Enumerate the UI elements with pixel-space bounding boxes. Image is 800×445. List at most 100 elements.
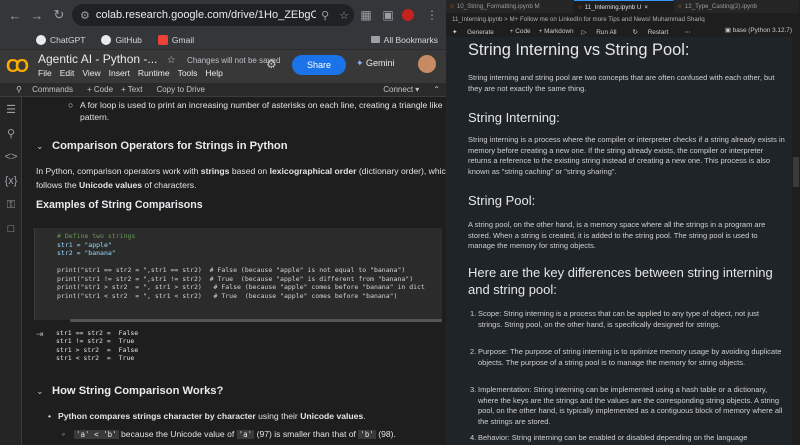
all-bookmarks[interactable]: All Bookmarks xyxy=(370,35,438,45)
intro-bold: strings xyxy=(200,166,230,176)
address-bar[interactable]: ⚙ colab.research.google.com/drive/1Ho_ZE… xyxy=(72,4,354,26)
how-text: (97) is smaller than that of xyxy=(254,429,359,439)
how-text: (98). xyxy=(375,429,396,439)
heading-string-interning: String Interning: xyxy=(468,110,560,125)
colab-toolbar: ⚲ Commands + Code + Text Copy to Drive C… xyxy=(0,83,446,97)
reload-icon[interactable]: ↻ xyxy=(48,4,70,26)
generate-label: Generate xyxy=(467,28,494,36)
page-title: String Interning vs String Pool: xyxy=(468,41,690,59)
menu-view[interactable]: View xyxy=(82,68,100,78)
profile-icon[interactable] xyxy=(402,9,414,21)
code-snippets-icon[interactable]: <> xyxy=(0,145,22,169)
code-line: print("str1 == str2 = ",str1 == str2) # … xyxy=(57,266,406,274)
kernel-picker[interactable]: ▣ base (Python 3.12.7) xyxy=(725,26,792,34)
menu-help[interactable]: Help xyxy=(205,68,222,78)
code-line: print("str1 > str2 = ", str1 > str2) # F… xyxy=(57,283,425,291)
editor-scrollbar[interactable] xyxy=(792,37,800,445)
menu-edit[interactable]: Edit xyxy=(60,68,75,78)
sparkle-icon: ✦ xyxy=(452,28,460,36)
notebook-title[interactable]: Agentic AI - Python -... xyxy=(38,52,157,66)
tab-label: 12_Type_Casting(2).ipynb xyxy=(684,3,757,10)
scrollbar-thumb[interactable] xyxy=(793,157,799,187)
inline-code: 'a' < 'b' xyxy=(74,430,119,439)
collapse-section-icon[interactable]: ⌄ xyxy=(36,141,44,152)
bookmark-gmail[interactable]: Gmail xyxy=(157,34,194,45)
commands-button[interactable]: ⚲ Commands xyxy=(8,85,73,94)
gmail-icon xyxy=(157,34,168,45)
search-icon[interactable]: ⚲ xyxy=(0,121,22,145)
more-icon[interactable]: ⋯ xyxy=(684,28,690,36)
list-item: 2. Purpose: The purpose of string interni… xyxy=(470,347,784,368)
bullet-dot: • xyxy=(48,411,52,421)
share-label: Share xyxy=(306,60,332,70)
gemini-icon: ✦ xyxy=(356,58,367,68)
extensions-icon[interactable]: ▦ xyxy=(358,7,374,23)
intro-bold: Unicode values xyxy=(79,180,143,190)
markdown-cell[interactable]: String Interning vs String Pool: String … xyxy=(446,37,792,445)
add-text-button[interactable]: + Text xyxy=(121,85,142,94)
settings-gear-icon[interactable]: ⚙ xyxy=(266,57,277,71)
intro-text: In Python, comparison operators work wit… xyxy=(36,166,201,176)
add-code-button[interactable]: + Code xyxy=(87,85,113,94)
variables-icon[interactable]: {x} xyxy=(0,169,22,193)
collapse-section-icon[interactable]: ⌄ xyxy=(36,386,44,397)
back-icon[interactable]: ← xyxy=(4,4,26,26)
pool-paragraph: A string pool, on the other hand, is a m… xyxy=(468,220,766,251)
code-scrollbar[interactable] xyxy=(70,319,442,322)
kernel-label: base (Python 3.12.7) xyxy=(732,27,792,34)
breadcrumb[interactable]: 11_Interning.ipynb > M+ Follow me on Lin… xyxy=(446,13,800,26)
code-cell[interactable]: # Define two strings str1 = "apple" str2… xyxy=(34,228,442,320)
output-menu-icon[interactable]: ⇥ xyxy=(36,329,44,340)
close-icon[interactable]: × xyxy=(644,4,648,11)
menu-tools[interactable]: Tools xyxy=(178,68,198,78)
tab-string-formatting[interactable]: ○ 10_String_Formatting.ipynb M xyxy=(446,0,574,13)
tab-label: 10_String_Formatting.ipynb M xyxy=(456,3,540,10)
list-item: 4. Behavior: String interning can be enab… xyxy=(470,433,784,444)
vscode-window: ○ 10_String_Formatting.ipynb M ○ 11_Intern… xyxy=(446,0,800,445)
screen: ← → ↻ ⚙ colab.research.google.com/drive/… xyxy=(0,0,800,445)
add-markdown-button[interactable]: + Markdown xyxy=(539,28,574,35)
avatar[interactable] xyxy=(418,55,436,73)
browser-menu-icon[interactable]: ⋮ xyxy=(424,7,440,23)
list-item-text: Implementation: String interning can be … xyxy=(478,385,783,426)
tab-type-casting[interactable]: ○ 12_Type_Casting(2).ipynb xyxy=(674,0,800,13)
connect-label: Connect xyxy=(383,85,414,94)
heading-differences: Here are the key differences between str… xyxy=(468,265,773,297)
share-button[interactable]: Share xyxy=(292,55,346,75)
collapse-icon[interactable]: ⌃ xyxy=(433,85,440,94)
secrets-key-icon[interactable]: ⚿ xyxy=(0,193,22,217)
loop-bullet: A for loop is used to print an increasin… xyxy=(80,100,443,110)
list-item-text: Scope: String interning is a process tha… xyxy=(478,309,760,329)
restart-button[interactable]: ↻ Restart xyxy=(633,28,677,36)
list-item: 3. Implementation: String interning can b… xyxy=(470,385,784,427)
bullet-dot: ◦ xyxy=(62,429,66,439)
jupyter-icon: ○ xyxy=(578,3,582,11)
colab-logo[interactable]: CO xyxy=(6,56,32,78)
run-all-button[interactable]: ▷ Run All xyxy=(582,28,625,36)
menu-insert[interactable]: Insert xyxy=(109,68,130,78)
add-code-button[interactable]: + Code xyxy=(510,28,531,35)
code-line: str2 = "banana" xyxy=(57,249,116,257)
heading-string-pool: String Pool: xyxy=(468,193,536,208)
site-info-icon[interactable]: ⚙ xyxy=(80,9,90,22)
tab-interning[interactable]: ○ 11_Interning.ipynb U × xyxy=(574,0,674,13)
gemini-button[interactable]: ✦ Gemini xyxy=(356,58,395,69)
tab-label: 11_Interning.ipynb U xyxy=(584,3,642,11)
bookmark-chatgpt[interactable]: ChatGPT xyxy=(36,34,85,45)
menu-runtime[interactable]: Runtime xyxy=(138,68,170,78)
forward-icon[interactable]: → xyxy=(26,4,48,26)
zoom-icon[interactable]: ⚲ xyxy=(321,9,329,22)
bookmark-github[interactable]: GitHub xyxy=(101,34,142,45)
star-icon[interactable]: ☆ xyxy=(167,55,176,66)
play-icon: ▷ xyxy=(581,28,589,36)
generate-button[interactable]: ✦ Generate xyxy=(452,28,502,36)
menu-file[interactable]: File xyxy=(38,68,52,78)
sidepanel-icon[interactable]: ▣ xyxy=(380,7,396,23)
restart-label: Restart xyxy=(647,28,669,36)
files-folder-icon[interactable]: □ xyxy=(0,217,22,241)
copy-to-drive-button[interactable]: Copy to Drive xyxy=(156,85,204,94)
toc-icon[interactable]: ☰ xyxy=(0,97,22,121)
connect-button[interactable]: Connect ▾ xyxy=(375,85,419,94)
inline-code: 'a' xyxy=(236,430,255,439)
bookmark-star-icon[interactable]: ☆ xyxy=(339,9,349,22)
